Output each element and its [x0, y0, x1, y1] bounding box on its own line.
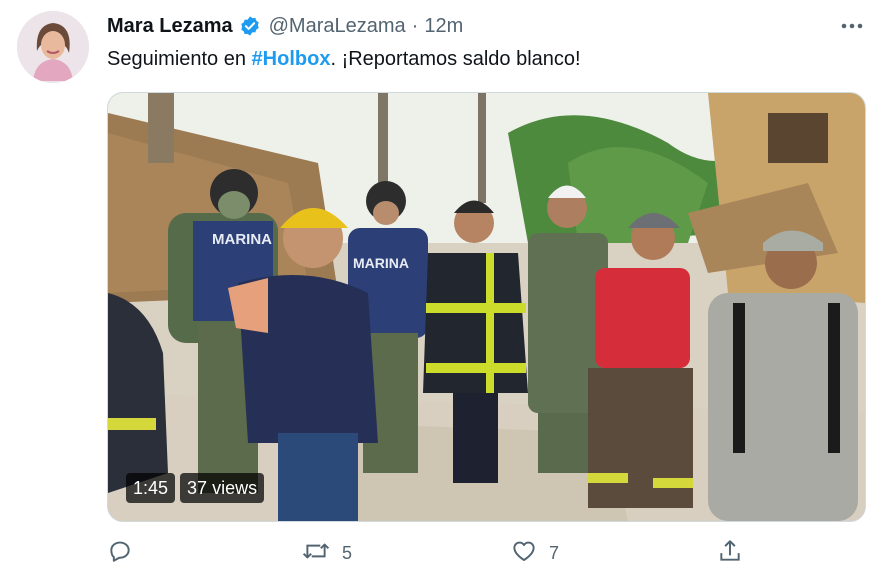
video-frame: MARINA MARINA: [108, 93, 865, 521]
author-name[interactable]: Mara Lezama: [107, 15, 233, 38]
like-count: 7: [549, 542, 560, 563]
tweet-header: Mara Lezama @MaraLezama · 12m: [107, 12, 463, 40]
video-duration: 1:45: [126, 473, 176, 503]
tweet-text: Seguimiento en #Holbox. ¡Reportamos sald…: [107, 45, 581, 73]
share-button[interactable]: [717, 538, 743, 568]
more-icon[interactable]: [838, 14, 866, 38]
like-button[interactable]: 7: [511, 538, 559, 568]
separator-dot: ·: [411, 14, 419, 37]
video-views: 37 views: [180, 473, 265, 503]
marina-label-left: MARINA: [212, 231, 272, 248]
avatar-image: [17, 11, 89, 83]
tweet-actions: 5 7: [107, 538, 747, 568]
text-before: Seguimiento en: [107, 48, 252, 70]
video-info: 1:45 37 views: [126, 473, 265, 503]
marina-label-center: MARINA: [353, 255, 409, 271]
retweet-button[interactable]: 5: [302, 538, 352, 568]
retweet-icon: [302, 538, 330, 569]
hashtag-link[interactable]: #Holbox: [252, 48, 331, 70]
share-icon: [717, 538, 743, 569]
avatar[interactable]: [17, 11, 89, 83]
like-icon: [511, 538, 537, 569]
timestamp[interactable]: 12m: [424, 15, 463, 38]
reply-button[interactable]: [107, 538, 145, 568]
reply-icon: [107, 538, 133, 569]
verified-badge-icon: [239, 15, 261, 37]
video-player[interactable]: MARINA MARINA 1:45 37 views: [107, 92, 866, 522]
retweet-count: 5: [342, 542, 353, 563]
author-handle[interactable]: @MaraLezama: [269, 15, 406, 38]
text-after: . ¡Reportamos saldo blanco!: [330, 48, 581, 70]
